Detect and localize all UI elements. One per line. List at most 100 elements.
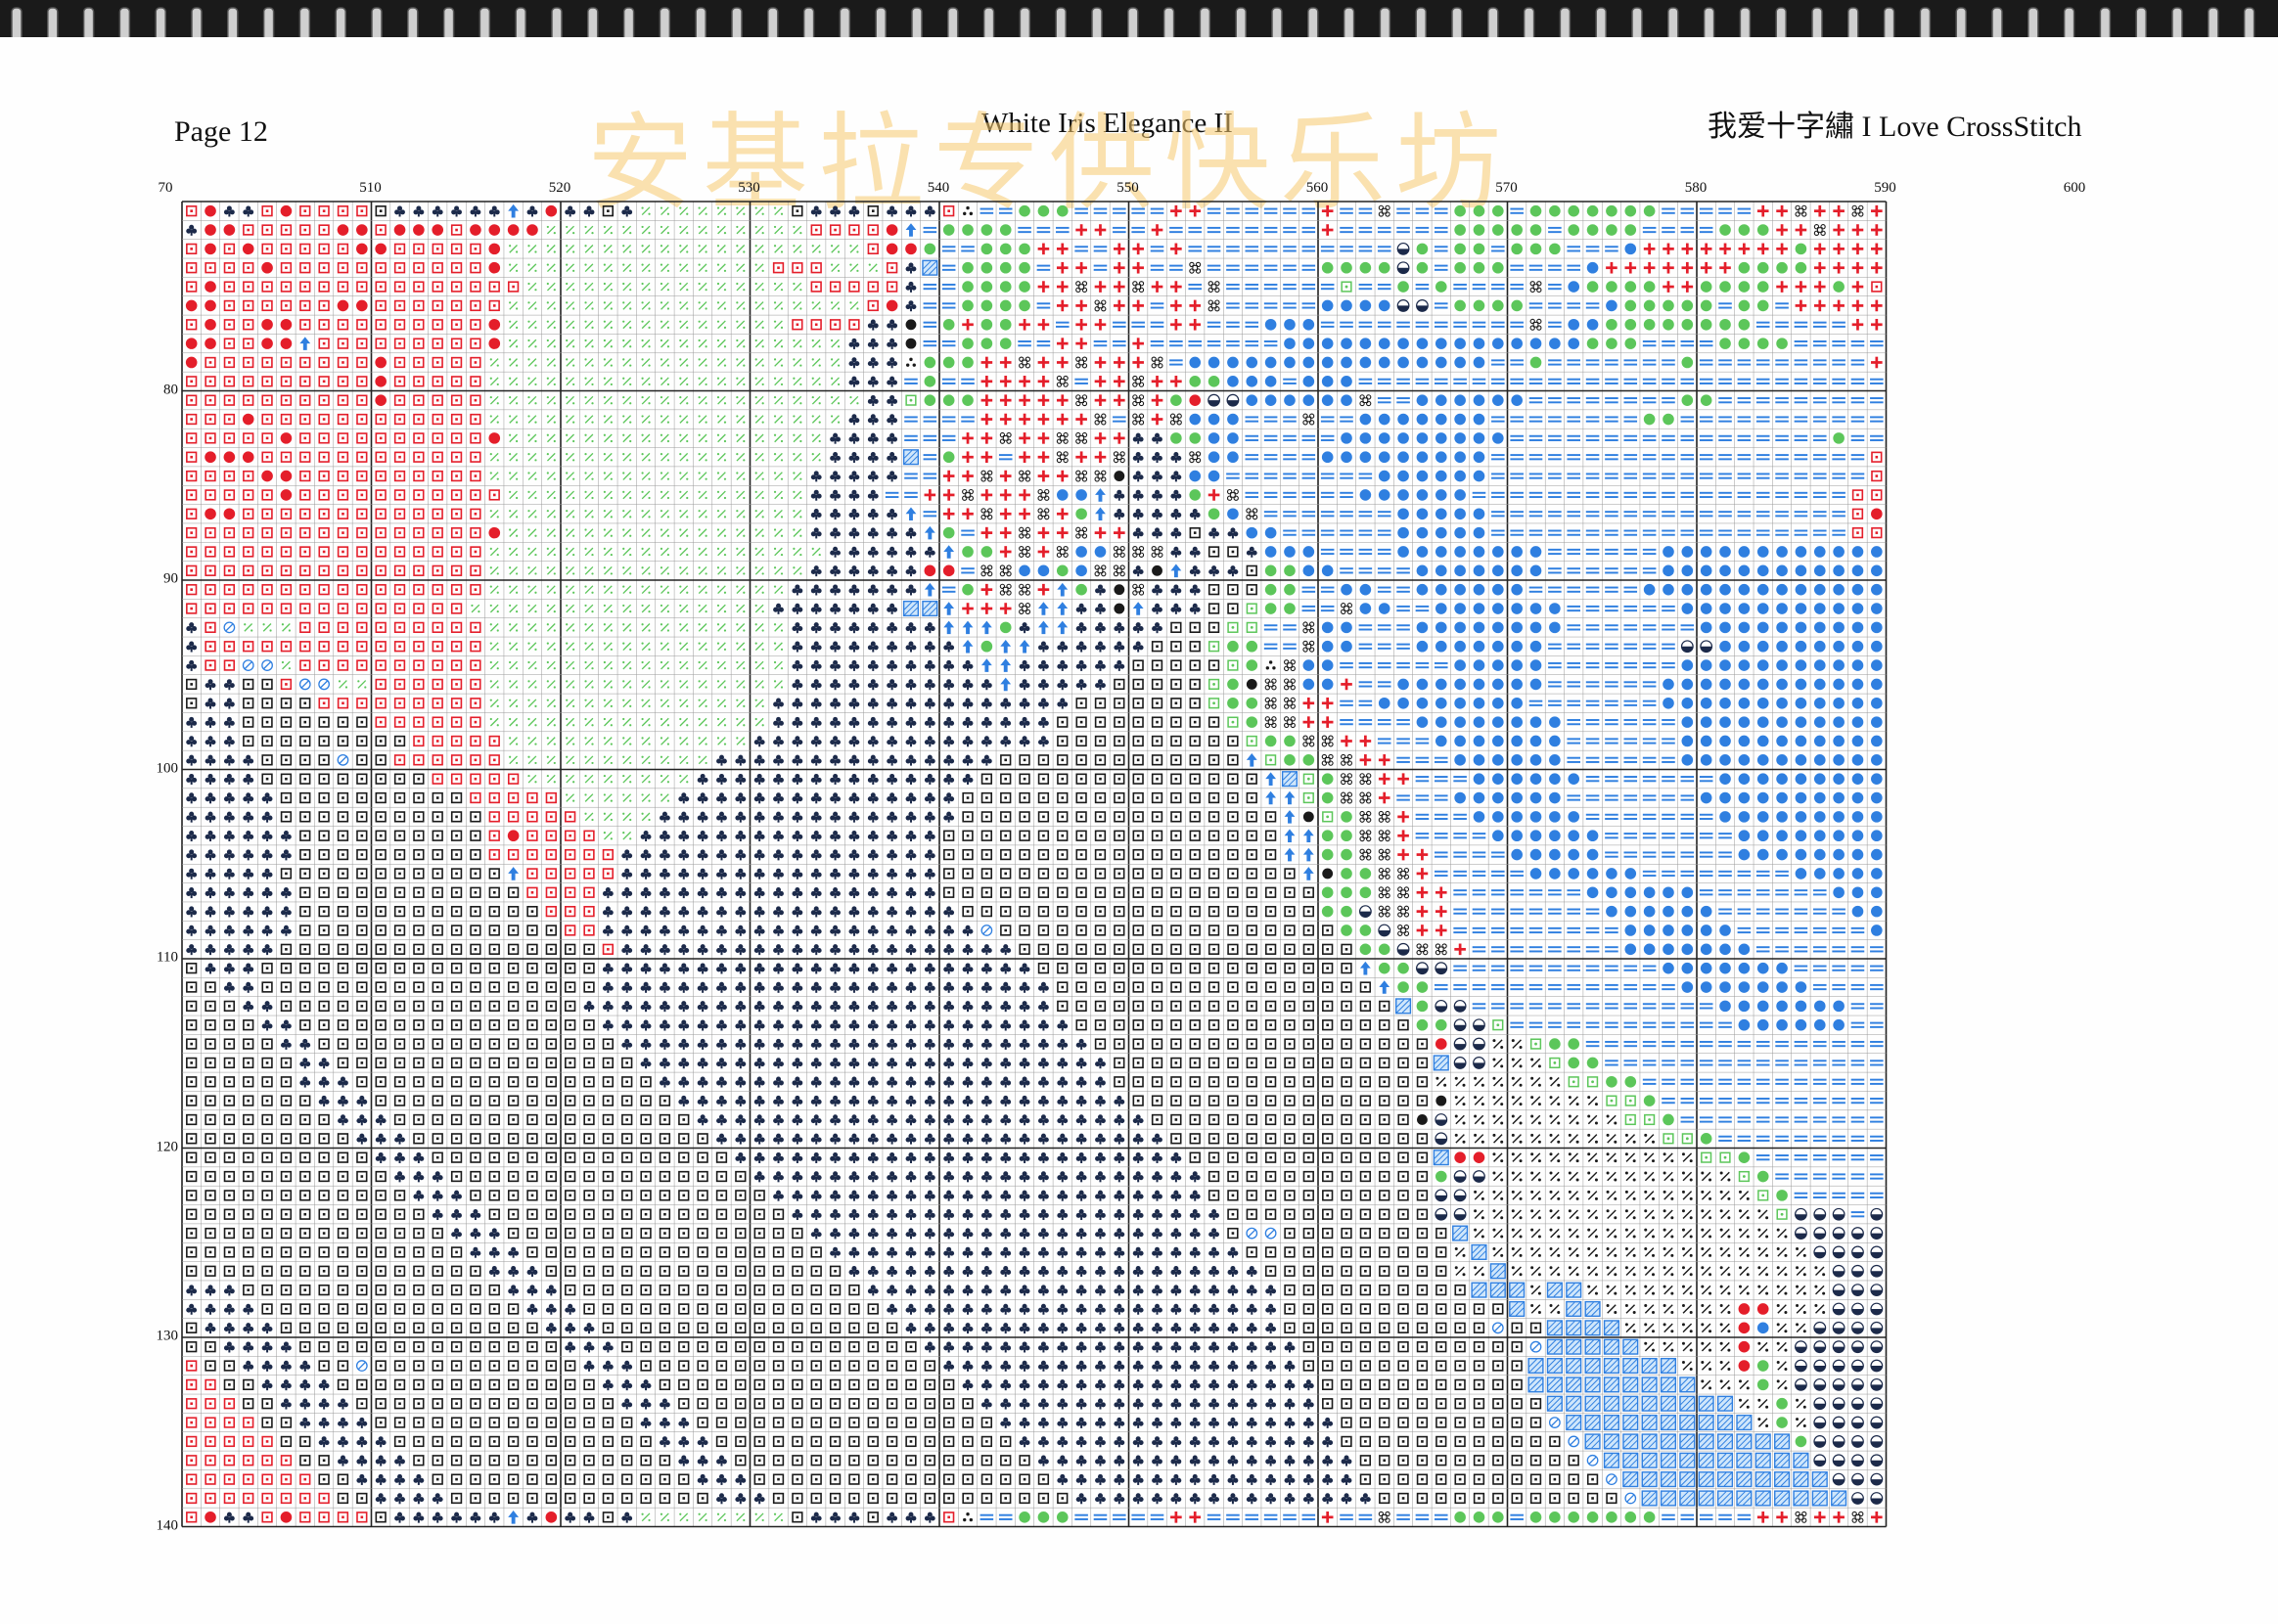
stitch-cell xyxy=(1152,509,1162,519)
stitch-cell xyxy=(1833,205,1845,217)
stitch-cell xyxy=(1189,414,1201,426)
stitch-cell xyxy=(205,319,216,331)
stitch-cell xyxy=(1587,262,1599,274)
stitch-cell xyxy=(699,453,707,461)
stitch-cell xyxy=(924,284,937,290)
stitch-cell xyxy=(904,435,918,441)
stitch-cell xyxy=(1586,511,1600,517)
stitch-cell xyxy=(1302,435,1316,441)
stitch-cell xyxy=(357,528,367,538)
stitch-cell xyxy=(1681,208,1695,214)
stitch-cell xyxy=(1360,338,1372,349)
stitch-cell xyxy=(1208,471,1220,482)
stitch-cell xyxy=(849,471,860,481)
stitch-cell xyxy=(300,282,310,292)
stitch-cell xyxy=(395,301,405,311)
stitch-cell xyxy=(1832,379,1845,384)
stitch-cell xyxy=(262,301,272,311)
stitch-cell xyxy=(1700,454,1713,460)
stitch-cell xyxy=(1454,357,1466,369)
stitch-cell xyxy=(452,358,462,368)
row-label: 140 xyxy=(147,1517,178,1534)
stitch-cell xyxy=(1529,379,1543,384)
stitch-cell xyxy=(622,528,631,536)
stitch-cell xyxy=(1700,530,1713,536)
stitch-cell xyxy=(356,224,368,236)
stitch-cell xyxy=(186,357,198,369)
stitch-cell xyxy=(641,396,650,404)
stitch-cell xyxy=(736,434,745,442)
stitch-cell xyxy=(1397,489,1409,501)
stitch-cell xyxy=(1681,530,1695,536)
stitch-cell xyxy=(1813,379,1827,384)
stitch-cell xyxy=(244,377,253,386)
stitch-cell xyxy=(262,490,272,500)
stitch-cell xyxy=(1529,265,1543,271)
stitch-cell xyxy=(1189,357,1201,369)
stitch-cell xyxy=(793,283,801,291)
stitch-cell xyxy=(1152,490,1162,501)
stitch-cell xyxy=(1718,208,1732,214)
stitch-cell xyxy=(1529,511,1543,517)
stitch-cell xyxy=(1682,394,1694,406)
stitch-cell xyxy=(887,205,897,216)
stitch-cell xyxy=(1586,302,1600,308)
stitch-cell xyxy=(1170,452,1181,463)
stitch-cell xyxy=(1189,432,1201,444)
stitch-cell xyxy=(793,396,801,404)
stitch-cell xyxy=(1000,281,1012,293)
stitch-cell xyxy=(1454,262,1466,274)
stitch-cell xyxy=(471,490,480,500)
stitch-cell xyxy=(699,226,707,234)
stitch-cell xyxy=(1113,416,1126,422)
stitch-cell xyxy=(1756,397,1770,403)
stitch-cell xyxy=(395,263,405,273)
stitch-cell xyxy=(1700,435,1713,441)
stitch-cell xyxy=(1814,205,1826,217)
stitch-cell xyxy=(1643,473,1657,478)
stitch-cell xyxy=(1832,492,1845,498)
stitch-cell xyxy=(261,319,273,331)
stitch-cell xyxy=(1719,244,1731,255)
stitch-cell xyxy=(981,414,993,426)
stitch-cell xyxy=(1700,492,1713,498)
stitch-cell xyxy=(1548,265,1562,271)
stitch-cell xyxy=(774,339,783,347)
stitch-cell xyxy=(375,376,387,387)
stitch-cell xyxy=(793,206,802,216)
stitch-cell xyxy=(1416,227,1430,233)
stitch-cell xyxy=(981,451,993,463)
stitch-cell xyxy=(1644,205,1656,217)
stitch-cell xyxy=(1189,471,1201,482)
stitch-cell xyxy=(1662,530,1675,536)
stitch-cell xyxy=(584,378,593,385)
stitch-cell xyxy=(1474,508,1485,519)
stitch-cell xyxy=(830,452,841,463)
stitch-cell xyxy=(1796,205,1806,216)
stitch-cell xyxy=(661,358,669,366)
stitch-cell xyxy=(1567,246,1580,251)
stitch-cell xyxy=(1548,302,1562,308)
stitch-cell xyxy=(1284,394,1296,406)
stitch-cell xyxy=(1000,432,1011,443)
stitch-cell xyxy=(205,244,216,255)
stitch-cell xyxy=(699,528,707,536)
stitch-cell xyxy=(1095,471,1106,481)
stitch-cell xyxy=(1643,511,1657,517)
stitch-cell xyxy=(641,339,650,347)
stitch-cell xyxy=(1870,340,1884,346)
stitch-cell xyxy=(679,453,688,461)
stitch-cell xyxy=(1038,244,1050,255)
stitch-cell xyxy=(1511,300,1523,312)
stitch-cell xyxy=(1832,454,1845,460)
stitch-cell xyxy=(300,377,310,386)
stitch-cell xyxy=(319,338,329,348)
stitch-cell xyxy=(395,377,405,386)
stitch-cell xyxy=(1095,451,1107,463)
stitch-cell xyxy=(831,245,840,252)
stitch-cell xyxy=(1378,227,1391,233)
stitch-cell xyxy=(981,432,993,444)
stitch-cell xyxy=(774,434,783,442)
stitch-cell xyxy=(831,301,840,309)
stitch-cell xyxy=(717,321,726,329)
